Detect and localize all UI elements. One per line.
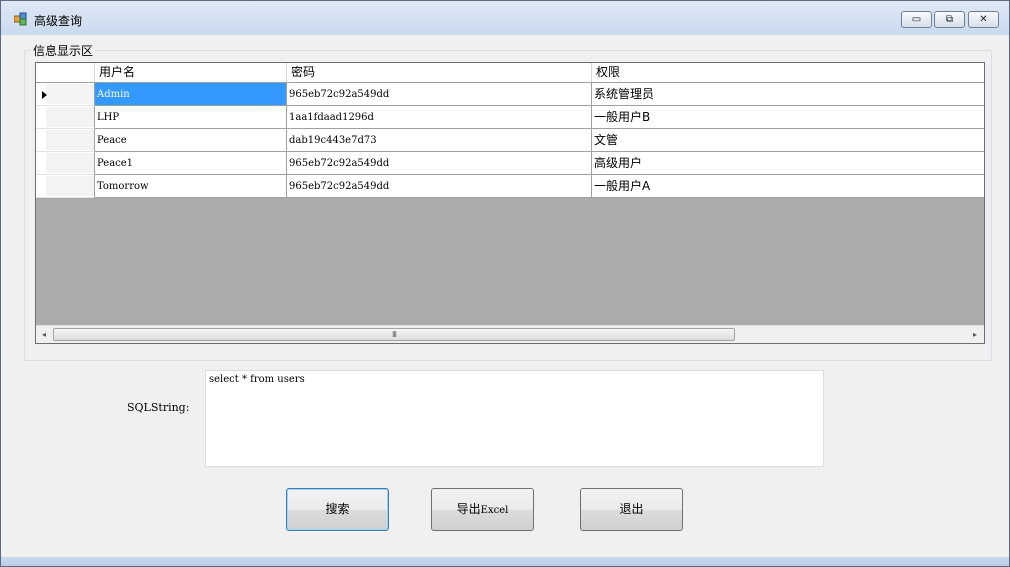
restore-button[interactable]: ⧉ (934, 11, 965, 28)
cell-role[interactable]: 一般用户A (592, 175, 984, 198)
export-button-label-excel: Excel (480, 505, 509, 516)
cell-username[interactable]: Peace (95, 129, 287, 152)
table-row[interactable]: Admin 965eb72c92a549dd 系统管理员 (36, 83, 984, 106)
header-password[interactable]: 密码 (287, 63, 592, 82)
cell-username[interactable]: Peace1 (95, 152, 287, 175)
row-header[interactable] (36, 129, 95, 152)
close-button[interactable]: ✕ (968, 11, 999, 28)
cell-username[interactable]: Admin (95, 83, 287, 106)
scroll-thumb[interactable]: III (53, 328, 735, 341)
minimize-button[interactable]: ▭ (901, 11, 932, 28)
cell-password[interactable]: 965eb72c92a549dd (287, 175, 592, 198)
cell-username[interactable]: LHP (95, 106, 287, 129)
header-role[interactable]: 权限 (592, 63, 984, 82)
window-bottom-frame (1, 557, 1009, 566)
close-icon: ✕ (979, 14, 988, 25)
cell-role[interactable]: 一般用户B (592, 106, 984, 129)
exit-button[interactable]: 退出 (580, 488, 683, 531)
main-window: 高级查询 ▭ ⧉ ✕ 信息显示区 用户名 密码 权限 Admin 965eb72… (0, 0, 1010, 567)
exit-button-label: 退出 (619, 502, 644, 516)
horizontal-scrollbar[interactable]: ◂ III ▸ (36, 325, 984, 343)
row-header[interactable] (36, 106, 95, 129)
minimize-icon: ▭ (911, 14, 922, 25)
search-button[interactable]: 搜索 (286, 488, 389, 531)
scroll-right-icon[interactable]: ▸ (969, 329, 981, 341)
cell-password[interactable]: 965eb72c92a549dd (287, 152, 592, 175)
row-header[interactable] (36, 152, 95, 175)
sql-label: SQLString: (127, 401, 190, 414)
cell-role[interactable]: 系统管理员 (592, 83, 984, 106)
table-row[interactable]: Tomorrow 965eb72c92a549dd 一般用户A (36, 175, 984, 198)
export-excel-button[interactable]: 导出Excel (431, 488, 534, 531)
export-button-label: 导出 (456, 502, 481, 516)
data-grid[interactable]: 用户名 密码 权限 Admin 965eb72c92a549dd 系统管理员 L… (35, 62, 985, 344)
row-selector-arrow-icon (42, 91, 47, 99)
sql-textarea[interactable]: select * from users (205, 370, 824, 467)
table-row[interactable]: Peace1 965eb72c92a549dd 高级用户 (36, 152, 984, 175)
row-header[interactable] (36, 175, 95, 198)
scroll-grip: III (391, 330, 397, 339)
cell-username[interactable]: Tomorrow (95, 175, 287, 198)
cell-password[interactable]: 965eb72c92a549dd (287, 83, 592, 106)
app-icon (14, 12, 27, 26)
cell-password[interactable]: 1aa1fdaad1296d (287, 106, 592, 129)
cell-password[interactable]: dab19c443e7d73 (287, 129, 592, 152)
table-row[interactable]: Peace dab19c443e7d73 文管 (36, 129, 984, 152)
group-label: 信息显示区 (31, 42, 96, 59)
scroll-left-icon[interactable]: ◂ (38, 329, 50, 341)
title-bar[interactable]: 高级查询 ▭ ⧉ ✕ (1, 1, 1009, 35)
row-header[interactable] (36, 83, 95, 106)
table-row[interactable]: LHP 1aa1fdaad1296d 一般用户B (36, 106, 984, 129)
header-corner[interactable] (36, 63, 95, 82)
restore-icon: ⧉ (945, 14, 954, 25)
window-title: 高级查询 (34, 14, 83, 28)
cell-role[interactable]: 文管 (592, 129, 984, 152)
search-button-label: 搜索 (325, 502, 350, 516)
grid-header: 用户名 密码 权限 (36, 63, 984, 83)
cell-role[interactable]: 高级用户 (592, 152, 984, 175)
client-area: 信息显示区 用户名 密码 权限 Admin 965eb72c92a549dd 系… (7, 35, 1003, 557)
header-username[interactable]: 用户名 (95, 63, 287, 82)
